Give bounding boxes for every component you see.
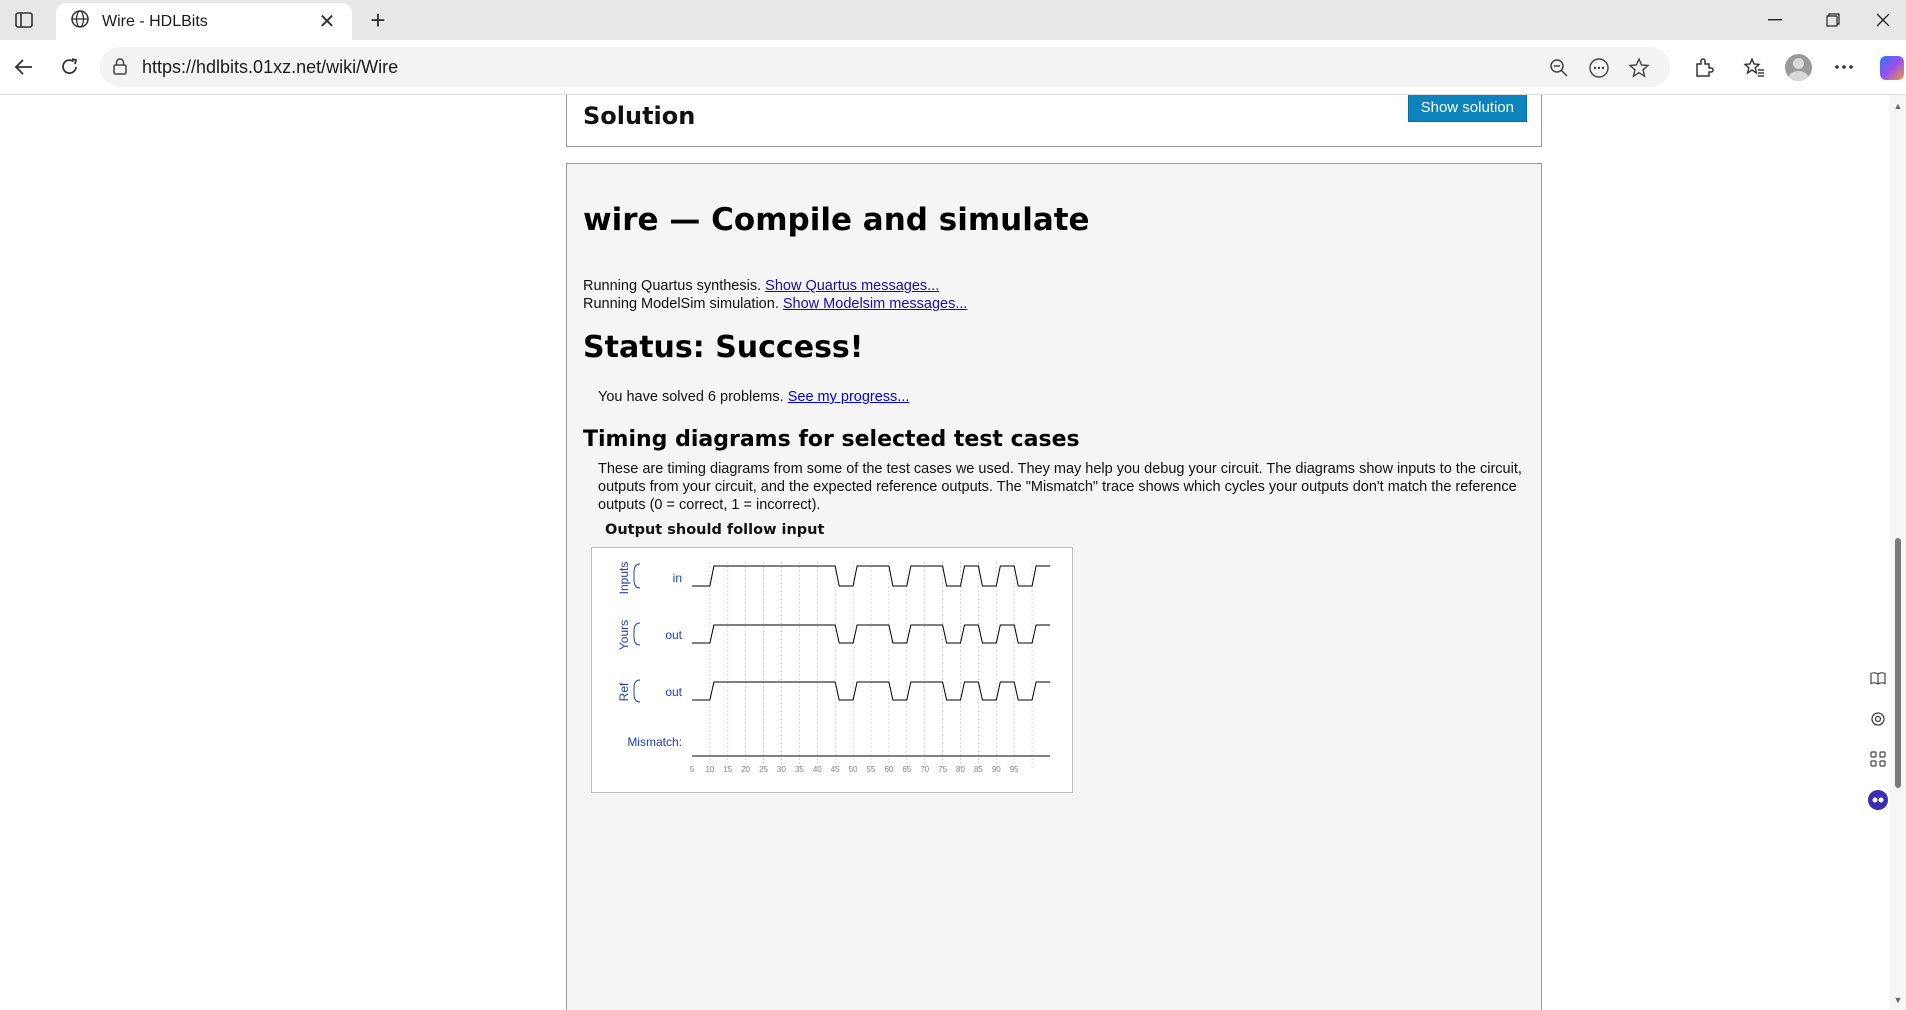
url-text[interactable]: https://hdlbits.01xz.net/wiki/Wire [142, 57, 398, 78]
refresh-icon[interactable] [54, 51, 86, 83]
tab-title: Wire - HDLBits [102, 12, 208, 30]
copilot-icon[interactable] [1880, 56, 1904, 80]
back-icon[interactable] [8, 51, 40, 83]
globe-icon [70, 9, 90, 34]
timing-diagram-svg: Inputs in Yours out Ref out Mismatch: 5 10 15 20 25… [617, 562, 1050, 774]
quartus-line: Running Quartus synthesis. Show Quartus … [583, 278, 939, 294]
assistant-icon[interactable] [1866, 788, 1890, 812]
solved-text: You have solved 6 problems. [598, 389, 784, 405]
result-panel: wire — Compile and simulate Running Quar… [566, 163, 1542, 1010]
show-quartus-messages-link[interactable]: Show Quartus messages... [765, 278, 939, 294]
more-page-actions-icon[interactable] [1586, 55, 1612, 81]
solved-line: You have solved 6 problems. See my progr… [598, 389, 909, 405]
apps-grid-icon[interactable] [1866, 747, 1890, 771]
extensions-icon[interactable] [1688, 51, 1720, 83]
scrollbar[interactable]: ▲ ▼ [1890, 95, 1906, 1010]
restore-icon[interactable] [1810, 0, 1856, 40]
close-window-icon[interactable] [1860, 0, 1906, 40]
settings-more-icon[interactable] [1828, 51, 1860, 83]
timing-description: These are timing diagrams from some of t… [598, 461, 1522, 513]
favorite-star-icon[interactable] [1626, 55, 1652, 81]
time-tick-label: 45 [831, 765, 840, 774]
time-tick-label: 80 [956, 765, 965, 774]
show-solution-button[interactable]: Show solution [1407, 95, 1527, 122]
profile-avatar[interactable] [1785, 54, 1812, 81]
time-tick-label: 60 [884, 765, 893, 774]
show-modelsim-messages-link[interactable]: Show Modelsim messages... [783, 296, 968, 312]
lock-icon[interactable] [112, 57, 128, 80]
scroll-thumb[interactable] [1895, 538, 1901, 788]
modelsim-text: Running ModelSim simulation. [583, 296, 779, 312]
time-tick-label: 30 [777, 765, 786, 774]
browser-tab[interactable]: Wire - HDLBits ✕ [56, 3, 352, 40]
compile-heading: wire — Compile and simulate [583, 202, 1090, 238]
group-bracket [633, 622, 641, 646]
group-label-ref: Ref [617, 682, 631, 701]
status-heading: Status: Success! [583, 330, 864, 365]
zoom-out-icon[interactable] [1546, 55, 1572, 81]
time-tick-label: 55 [867, 765, 876, 774]
group-label-inputs: Inputs [617, 562, 631, 595]
time-tick-label: 95 [1010, 765, 1019, 774]
diagram-title: Output should follow input [605, 522, 825, 538]
solution-panel: Solution Show solution [566, 95, 1542, 147]
signal-label-out: out [665, 685, 682, 699]
time-tick-label: 70 [920, 765, 929, 774]
scroll-up-icon[interactable]: ▲ [1893, 101, 1903, 111]
timing-heading-text: Timing diagrams for selected test cases [583, 427, 1080, 452]
read-aloud-icon[interactable] [1866, 707, 1890, 731]
scroll-down-icon[interactable]: ▼ [1893, 995, 1903, 1005]
time-tick-label: 35 [795, 765, 804, 774]
signal-label-in: in [673, 571, 682, 585]
time-tick-label: 10 [705, 765, 714, 774]
favorites-icon[interactable] [1738, 51, 1770, 83]
navigation-bar: https://hdlbits.01xz.net/wiki/Wire [0, 40, 1906, 95]
time-tick-label: 50 [849, 765, 858, 774]
sidebar-toggle-icon[interactable] [10, 8, 38, 32]
time-tick-label: 15 [723, 765, 732, 774]
page-viewport: Solution Show solution wire — Compile an… [0, 95, 1890, 1010]
address-bar[interactable]: https://hdlbits.01xz.net/wiki/Wire [100, 47, 1670, 87]
see-progress-link[interactable]: See my progress... [788, 389, 910, 405]
time-tick-label: 40 [813, 765, 822, 774]
quartus-text: Running Quartus synthesis. [583, 278, 762, 294]
time-tick-label: 75 [938, 765, 947, 774]
time-tick-label: 65 [902, 765, 911, 774]
group-bracket [633, 679, 641, 703]
time-tick-label: 5 [690, 765, 695, 774]
time-tick-label: 20 [741, 765, 750, 774]
time-tick-label: 90 [992, 765, 1001, 774]
time-tick-label: 85 [974, 765, 983, 774]
reading-view-icon[interactable] [1866, 666, 1890, 690]
close-tab-icon[interactable]: ✕ [316, 9, 338, 34]
minimize-icon[interactable] [1752, 0, 1798, 40]
solution-title: Solution [583, 102, 696, 130]
timing-diagram: Inputs in Yours out Ref out Mismatch: 5 10 15 20 25… [591, 547, 1073, 793]
new-tab-button[interactable]: + [364, 5, 392, 35]
group-label-yours: Yours [617, 620, 631, 650]
mismatch-label: Mismatch: [627, 735, 682, 749]
group-bracket [633, 563, 641, 589]
signal-label-out: out [665, 628, 682, 642]
modelsim-line: Running ModelSim simulation. Show Models… [583, 296, 967, 312]
tab-bar: Wire - HDLBits ✕ + [0, 0, 1906, 40]
time-tick-label: 25 [759, 765, 768, 774]
